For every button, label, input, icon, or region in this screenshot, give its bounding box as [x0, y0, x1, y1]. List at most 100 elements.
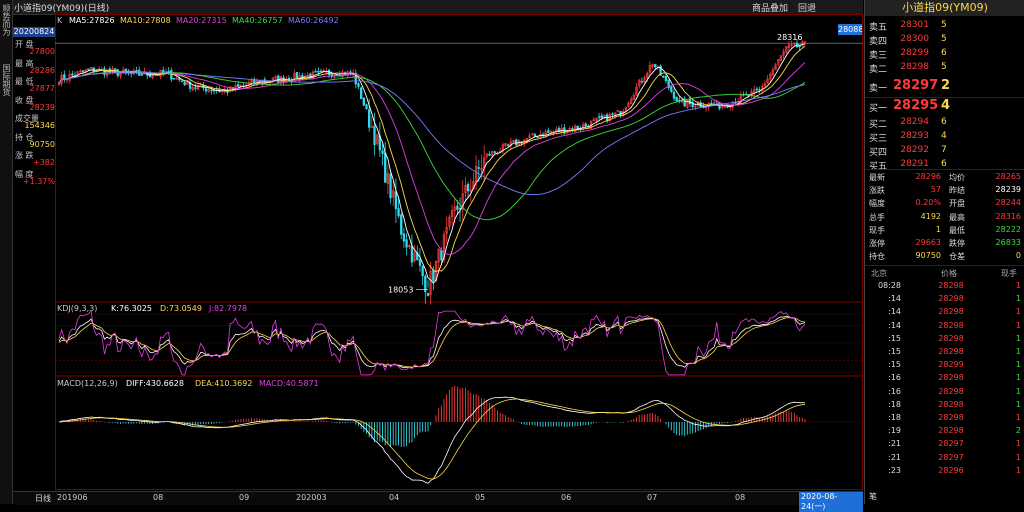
ask-row[interactable]: 卖一 28297 2 [865, 78, 1024, 94]
candle-body [584, 123, 587, 126]
candle-body [180, 80, 184, 83]
tick-row: :23 28296 1 [865, 466, 1024, 479]
bid-price: 28292 [900, 145, 929, 155]
info-value: 27800 [29, 47, 55, 56]
stat-value: 28222 [995, 224, 1021, 234]
ask-row[interactable]: 卖五 28301 5 [865, 20, 1024, 34]
candle-body [600, 115, 603, 119]
candle-body [389, 173, 392, 199]
info-date: 20200824 [13, 27, 55, 37]
macd-legend-item: MACD:40.5871 [259, 379, 319, 388]
tick-volume: 1 [1015, 439, 1021, 449]
bid-volume: 6 [941, 117, 947, 127]
ask-price: 28297 [893, 78, 939, 93]
tick-row: :15 28298 1 [865, 347, 1024, 360]
ticks-footer[interactable]: 笔 [869, 491, 877, 502]
stat-value: 28239 [995, 185, 1021, 195]
bid-label: 买一 [869, 104, 888, 114]
tick-time: :18 [888, 399, 901, 409]
tick-volume: 2 [1015, 426, 1021, 436]
candle-body [533, 134, 537, 137]
tick-volume: 1 [1015, 373, 1021, 383]
stat-label: 最低 [949, 225, 965, 235]
bid-volume: 4 [941, 98, 951, 113]
exit-link[interactable]: 回退 [798, 1, 816, 14]
ask-volume: 5 [941, 34, 947, 44]
quote-panel: 小道指09(YM09) 卖五 28301 5 卖四 28300 5 卖三 28299 6 卖二 28… [864, 0, 1024, 504]
tick-time: :19 [888, 426, 901, 436]
tick-time: :14 [888, 307, 901, 317]
ask-label: 卖一 [869, 84, 888, 94]
bar-info-panel: 20200824 开 盘 27800 最 高 28286 最 低 27877 收 盘 2823… [13, 27, 55, 187]
tick-time: :15 [888, 360, 901, 370]
candle-body [381, 150, 384, 154]
ask-row[interactable]: 卖四 28300 5 [865, 34, 1024, 48]
bid-row[interactable]: 买三 28293 4 [865, 131, 1024, 145]
bid-row[interactable]: 买四 28292 7 [865, 145, 1024, 159]
ticks-divider [865, 265, 1024, 266]
candle-body [365, 104, 368, 110]
tick-price: 28298 [938, 333, 964, 343]
candle-body [63, 74, 66, 80]
candle-body [317, 71, 320, 73]
tick-volume: 1 [1015, 465, 1021, 475]
tick-price: 28297 [938, 439, 964, 449]
candle-body [421, 266, 424, 277]
candle-body [370, 126, 374, 128]
candle-body [654, 64, 657, 68]
candle-body [170, 70, 173, 80]
left-tab-strip: 顺势而为 国际期货 [0, 0, 13, 504]
ask-row[interactable]: 卖二 28298 5 [865, 62, 1024, 76]
bid-volume: 7 [941, 145, 947, 155]
tick-time: :15 [888, 347, 901, 356]
ma-legend-item: MA20:27315 [176, 16, 227, 25]
ticks-header-price: 价格 [941, 269, 957, 278]
ask-price: 28301 [900, 20, 929, 30]
stat-label: 涨停 [869, 239, 885, 248]
ma-legend-item: MA10:27808 [120, 16, 171, 25]
tick-volume: 1 [1015, 294, 1021, 304]
candle-body [597, 116, 601, 118]
ask-price: 28298 [900, 62, 929, 72]
x-axis-label: 201906 [57, 493, 88, 502]
tick-volume: 1 [1015, 413, 1021, 422]
tick-volume: 1 [1015, 347, 1021, 356]
chart-area[interactable]: K MA5:27826 MA10:27808 MA20:27315 MA40:26757… [55, 14, 863, 490]
bid-price: 28295 [893, 98, 939, 113]
candle-body [140, 74, 144, 76]
macd-histogram [61, 385, 806, 447]
ma-legend-item: MA5:27826 [69, 16, 115, 25]
stat-value: 4192 [920, 211, 941, 221]
ask-volume: 6 [941, 48, 947, 58]
macd-dea-line [58, 398, 806, 480]
tab-trend[interactable]: 顺势而为 [1, 4, 11, 36]
tab-intl-futures[interactable]: 国际期货 [1, 64, 11, 96]
add-overlay-link[interactable]: 商品叠加 [752, 1, 788, 14]
info-label: 涨 跌 [15, 151, 34, 160]
tick-time: :15 [888, 333, 901, 343]
ask-row[interactable]: 卖三 28299 6 [865, 48, 1024, 62]
candle-body [384, 152, 387, 183]
tick-price: 28297 [938, 452, 964, 462]
ask-volume: 2 [941, 78, 951, 93]
stat-value: 57 [930, 185, 941, 195]
candle-body [515, 139, 518, 146]
candle-body [362, 97, 365, 106]
bid-row[interactable]: 买二 28294 6 [865, 117, 1024, 131]
candle-body [210, 89, 213, 92]
tick-time: :21 [888, 452, 901, 462]
candle-body [640, 81, 644, 83]
bid-row[interactable]: 买五 28291 6 [865, 159, 1024, 173]
stat-label: 持仓 [869, 252, 885, 262]
candle-body [204, 88, 208, 92]
bid-row[interactable]: 买一 28295 4 [865, 98, 1024, 114]
candle-body [394, 191, 398, 210]
candle-body [367, 109, 371, 128]
x-axis-label: 06 [561, 493, 572, 502]
stat-value: 1 [935, 224, 941, 234]
tick-volume: 1 [1015, 333, 1021, 343]
tick-time: :16 [888, 373, 901, 383]
period-tab[interactable]: 日线 [35, 493, 51, 504]
tick-time: 08:28 [877, 281, 901, 290]
stat-value: 28296 [915, 172, 941, 181]
